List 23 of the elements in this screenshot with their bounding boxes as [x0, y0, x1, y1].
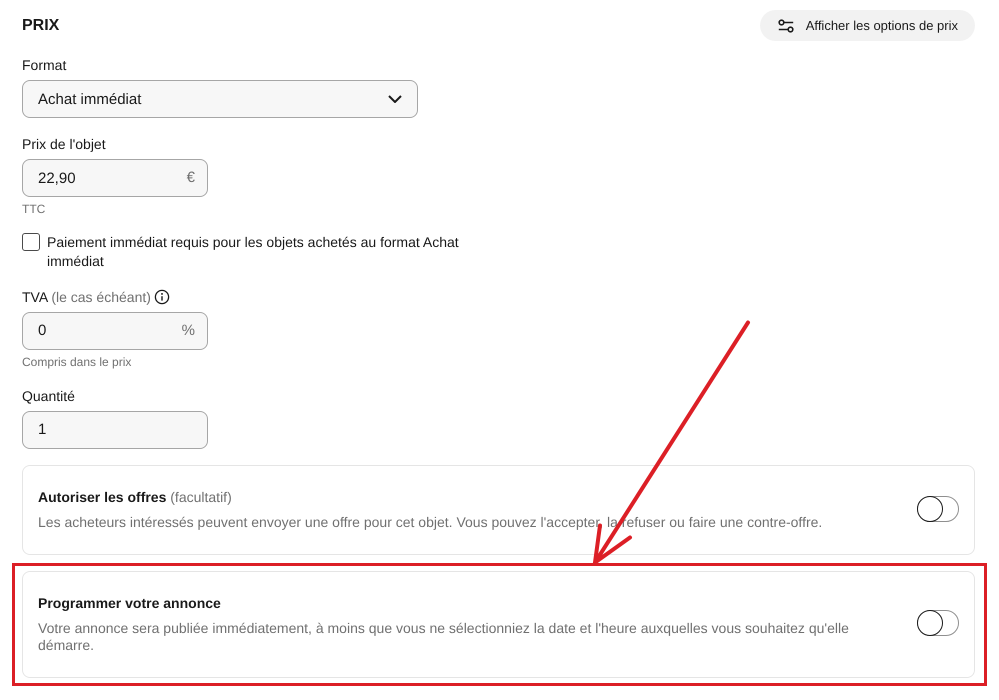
unit-label: %	[182, 322, 195, 340]
price-options-button[interactable]: Afficher les options de prix	[760, 10, 975, 41]
toggle-switch[interactable]	[917, 496, 959, 522]
chevron-down-icon	[388, 95, 402, 103]
field-label: TVA	[22, 288, 48, 304]
unit-label: €	[186, 169, 195, 187]
card-title: Autoriser les offres	[38, 488, 166, 504]
optional-note: (le cas échéant)	[51, 288, 151, 304]
checkbox-label[interactable]: Paiement immédiat requis pour les objets achetés au format Achat immédiat	[47, 232, 492, 270]
checkbox[interactable]	[22, 233, 40, 251]
card-title: Programmer votre annonce	[38, 594, 221, 610]
section-title: PRIX	[22, 16, 60, 36]
sliders-icon	[778, 18, 794, 32]
field-label: Format	[22, 57, 66, 73]
field-label: Quantité	[22, 388, 75, 404]
optional-note: (facultatif)	[170, 488, 232, 504]
helper-text: Compris dans le prix	[22, 354, 132, 370]
helper-text: TTC	[22, 201, 46, 217]
toggle-switch[interactable]	[917, 610, 959, 636]
dropdown[interactable]: Achat immédiat	[22, 80, 418, 118]
card-description: Votre annonce sera publiée immédiatement, à moins que vous ne sélectionniez la date et l'heure auxquelles vous souhaitez qu'elle démarre.	[38, 620, 850, 654]
field-label: Prix de l'objet	[22, 136, 106, 152]
text-field[interactable]: 1	[22, 410, 208, 448]
